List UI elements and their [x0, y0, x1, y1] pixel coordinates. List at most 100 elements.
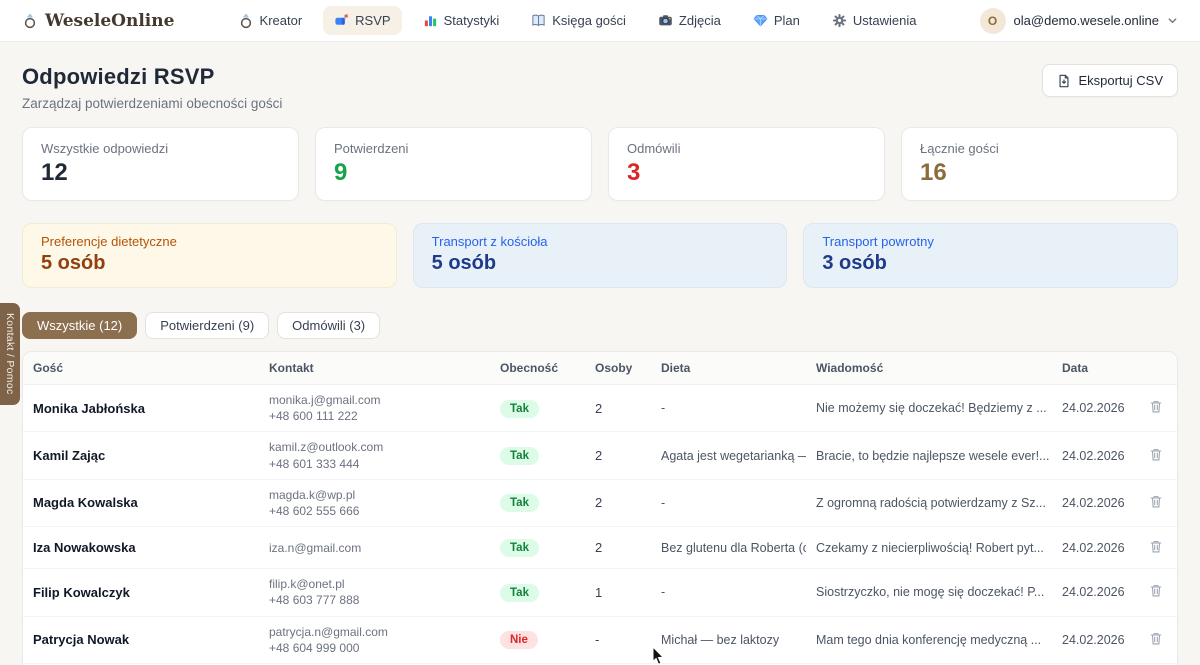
column-header-kontakt: Kontakt	[259, 352, 490, 384]
ring-icon	[238, 13, 254, 29]
attendance-badge: Tak	[500, 539, 539, 557]
nav-item-label: Ustawienia	[853, 13, 917, 28]
guest-attendance: Tak	[490, 439, 585, 472]
delete-guest-button[interactable]	[1147, 445, 1165, 464]
stat-label: Łącznie gości	[920, 141, 1159, 156]
page-title: Odpowiedzi RSVP	[22, 64, 282, 90]
contact-help-tab[interactable]: Kontakt / Pomoc	[0, 303, 20, 405]
column-header-actions	[1137, 359, 1177, 377]
brand[interactable]: WeseleOnline	[22, 11, 174, 31]
guest-name: Filip Kowalczyk	[23, 578, 259, 607]
user-menu[interactable]: O ola@demo.wesele.online	[980, 8, 1178, 34]
brand-name: WeseleOnline	[45, 11, 174, 31]
rsvp-table: GośćKontaktObecnośćOsobyDietaWiadomośćDa…	[22, 351, 1178, 665]
mailbox-icon	[334, 13, 349, 28]
book-icon	[531, 13, 546, 28]
trash-icon	[1149, 583, 1163, 598]
delete-guest-button[interactable]	[1147, 492, 1165, 511]
guest-name: Monika Jabłońska	[23, 394, 259, 423]
delete-guest-button[interactable]	[1147, 629, 1165, 648]
highlight-card-preferencje-dietetyczne: Preferencje dietetyczne 5 osób	[22, 223, 397, 288]
row-actions	[1137, 438, 1177, 474]
export-csv-button[interactable]: Eksportuj CSV	[1042, 64, 1178, 97]
attendance-badge: Nie	[500, 631, 538, 649]
guest-persons: 2	[585, 488, 651, 517]
guest-diet: -	[651, 578, 806, 606]
nav-item-plan[interactable]: Plan	[742, 6, 811, 35]
guest-attendance: Tak	[490, 531, 585, 564]
page-subtitle: Zarządzaj potwierdzeniami obecności gośc…	[22, 96, 282, 111]
attendance-badge: Tak	[500, 584, 539, 602]
ring-icon	[22, 13, 38, 29]
export-csv-label: Eksportuj CSV	[1078, 73, 1163, 88]
guest-date: 24.02.2026	[1052, 442, 1137, 470]
chevron-down-icon	[1167, 15, 1178, 26]
highlight-value: 3 osób	[822, 252, 1159, 275]
nav-item-rsvp[interactable]: RSVP	[323, 6, 401, 35]
user-email: ola@demo.wesele.online	[1014, 13, 1159, 28]
avatar: O	[980, 8, 1006, 34]
filter-potwierdzeni-9[interactable]: Potwierdzeni (9)	[145, 312, 269, 339]
guest-diet: -	[651, 394, 806, 422]
highlight-cards-row: Preferencje dietetyczne5 osóbTransport z…	[22, 223, 1178, 288]
guest-date: 24.02.2026	[1052, 489, 1137, 517]
stat-label: Potwierdzeni	[334, 141, 573, 156]
nav-item-ustawienia[interactable]: Ustawienia	[821, 6, 928, 35]
guest-diet: Agata jest wegetarianką — a...	[651, 442, 806, 470]
guest-message: Czekamy z niecierpliwością! Robert pyt..…	[806, 534, 1052, 562]
nav-item-księga-gości[interactable]: Księga gości	[520, 6, 637, 35]
trash-icon	[1149, 494, 1163, 509]
stat-value: 9	[334, 159, 573, 187]
guest-diet: Michał — bez laktozy	[651, 626, 806, 654]
stats-row: Wszystkie odpowiedzi12Potwierdzeni9Odmów…	[22, 127, 1178, 201]
guest-persons: 2	[585, 441, 651, 470]
row-actions	[1137, 485, 1177, 521]
table-row: Magda Kowalskamagda.k@wp.pl+48 602 555 6…	[23, 480, 1177, 527]
trash-icon	[1149, 447, 1163, 462]
row-actions	[1137, 530, 1177, 566]
filter-odmówili-3[interactable]: Odmówili (3)	[277, 312, 380, 339]
main-nav: Kreator RSVP Statystyki Księga gości Zdjęcia…	[174, 6, 979, 36]
delete-guest-button[interactable]	[1147, 397, 1165, 416]
row-actions	[1137, 574, 1177, 610]
table-row: Monika Jabłońskamonika.j@gmail.com+48 60…	[23, 385, 1177, 432]
guest-persons: -	[585, 625, 651, 654]
column-header-gość: Gość	[23, 352, 259, 384]
nav-item-kreator[interactable]: Kreator	[227, 6, 314, 36]
delete-guest-button[interactable]	[1147, 537, 1165, 556]
table-body: Monika Jabłońskamonika.j@gmail.com+48 60…	[23, 385, 1177, 665]
highlight-value: 5 osób	[41, 252, 378, 275]
gear-icon	[832, 13, 847, 28]
nav-item-statystyki[interactable]: Statystyki	[412, 6, 511, 35]
guest-diet: Bez glutenu dla Roberta (cel...	[651, 534, 806, 562]
trash-icon	[1149, 539, 1163, 554]
attendance-badge: Tak	[500, 494, 539, 512]
filter-wszystkie-12[interactable]: Wszystkie (12)	[22, 312, 137, 339]
download-file-icon	[1057, 74, 1071, 88]
trash-icon	[1149, 631, 1163, 646]
guest-attendance: Tak	[490, 392, 585, 425]
row-actions	[1137, 390, 1177, 426]
nav-item-label: Zdjęcia	[679, 13, 721, 28]
table-row: Iza Nowakowskaiza.n@gmail.comTak2Bez glu…	[23, 527, 1177, 569]
stat-value: 16	[920, 159, 1159, 187]
nav-item-zdjęcia[interactable]: Zdjęcia	[647, 6, 732, 35]
stat-card-potwierdzeni: Potwierdzeni 9	[315, 127, 592, 201]
guest-contact: iza.n@gmail.com	[259, 533, 490, 563]
guest-message: Mam tego dnia konferencję medyczną ...	[806, 626, 1052, 654]
trash-icon	[1149, 399, 1163, 414]
table-row: Filip Kowalczykfilip.k@onet.pl+48 603 77…	[23, 569, 1177, 616]
delete-guest-button[interactable]	[1147, 581, 1165, 600]
attendance-badge: Tak	[500, 400, 539, 418]
nav-item-label: Statystyki	[444, 13, 500, 28]
guest-date: 24.02.2026	[1052, 394, 1137, 422]
guest-attendance: Tak	[490, 486, 585, 519]
stat-card-łącznie-gości: Łącznie gości 16	[901, 127, 1178, 201]
highlight-label: Preferencje dietetyczne	[41, 234, 378, 249]
guest-attendance: Tak	[490, 576, 585, 609]
stat-label: Odmówili	[627, 141, 866, 156]
stat-value: 3	[627, 159, 866, 187]
guest-message: Nie możemy się doczekać! Będziemy z ...	[806, 394, 1052, 422]
highlight-card-transport-powrotny: Transport powrotny3 osób	[803, 223, 1178, 288]
table-header-row: GośćKontaktObecnośćOsobyDietaWiadomośćDa…	[23, 352, 1177, 385]
